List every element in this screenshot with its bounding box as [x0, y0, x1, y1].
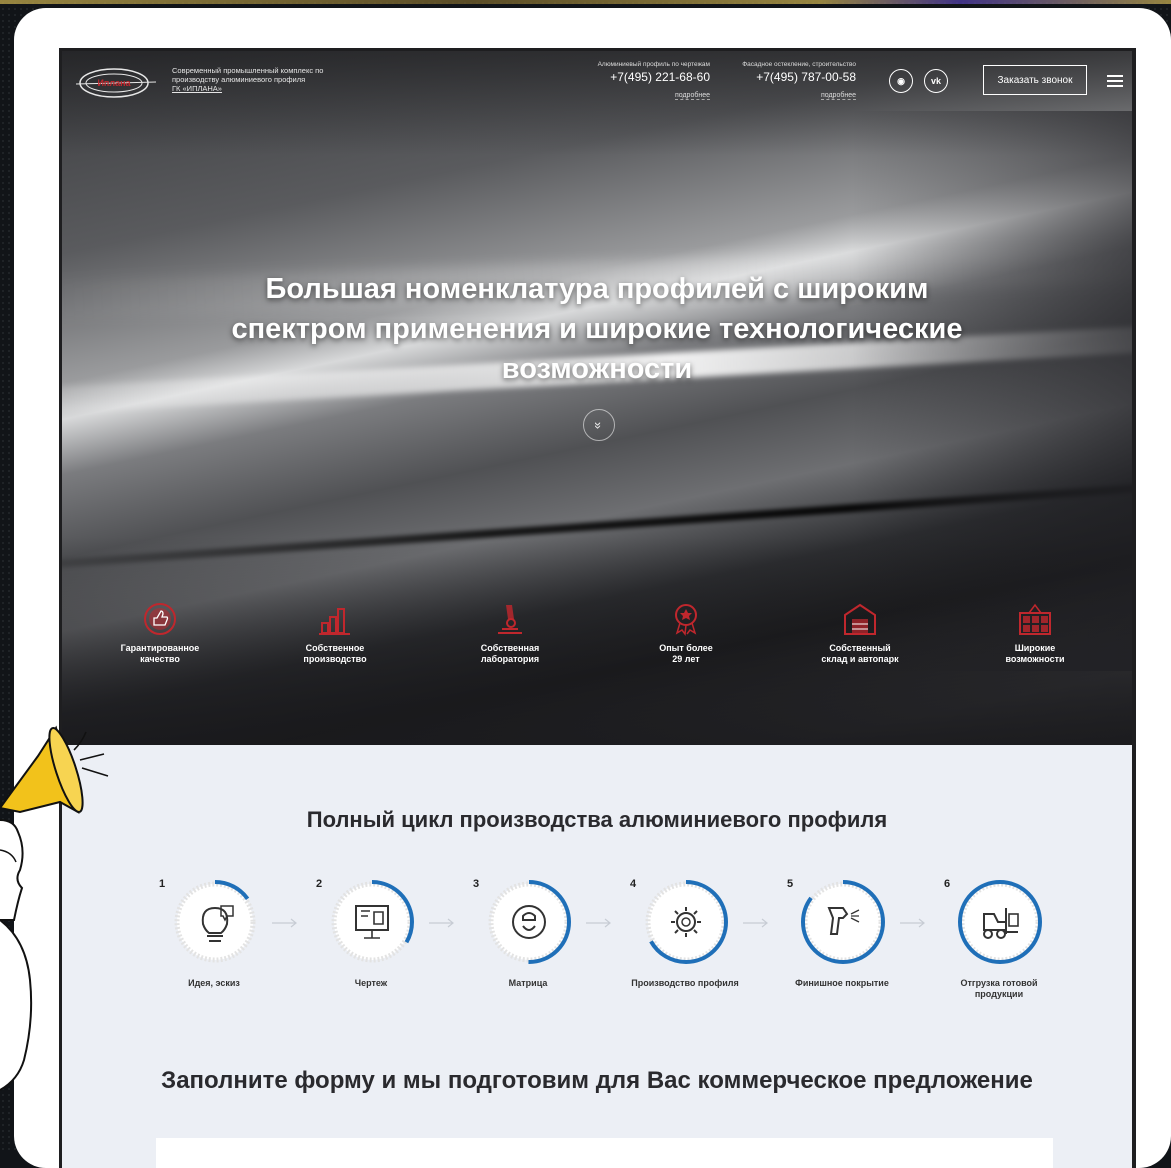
feature-label: лаборатория: [480, 654, 540, 664]
drawing-board-icon: [330, 880, 414, 964]
step-label-text: Матрица: [508, 978, 548, 988]
phone-number[interactable]: +7(495) 787-00-58: [724, 70, 856, 84]
hero-title-line: спектром применения и широкие технологич…: [231, 313, 963, 345]
phone-caption: Алюминиевый профиль по чертежам: [597, 61, 710, 68]
award-medal-icon: [675, 604, 697, 636]
feature-label: качество: [140, 654, 180, 664]
scroll-down-icon[interactable]: »: [583, 409, 615, 441]
phone-number[interactable]: +7(495) 221-68-60: [577, 70, 710, 84]
step-label-text: Производство профиля: [631, 978, 739, 988]
tagline-line: Современный промышленный комплекс по: [172, 66, 324, 75]
idea-icon: [173, 880, 257, 964]
step-number: 3: [473, 878, 480, 890]
tagline-line: производству алюминиевого профиля: [172, 75, 306, 84]
step-label: Матрица: [458, 978, 598, 989]
arrow-right-icon: [429, 918, 454, 928]
feature-capabilities: Широкие возможности: [975, 601, 1095, 665]
step-label-text: Отгрузка готовой: [960, 978, 1038, 988]
hero-glass-panel: [852, 111, 1132, 671]
feature-quality: Гарантированное качество: [100, 601, 220, 665]
feature-label: Опыт более: [659, 643, 713, 653]
logo-text: Иплана: [97, 78, 131, 88]
vk-icon[interactable]: vk: [924, 69, 948, 93]
more-link[interactable]: подробнее: [820, 92, 856, 100]
feature-label: Гарантированное: [120, 643, 200, 653]
phone-block-profiles: Алюминиевый профиль по чертежам +7(495) …: [577, 61, 710, 102]
quote-form-card: [156, 1138, 1053, 1168]
feature-label: 29 лет: [672, 654, 700, 664]
step-label-text: Идея, эскиз: [188, 978, 240, 988]
company-group-link[interactable]: ГК «ИПЛАНА»: [172, 84, 352, 93]
step-label: Чертеж: [301, 978, 441, 989]
step-label: Отгрузка готовой продукции: [929, 978, 1069, 1000]
phone-caption: Фасадное остекление, строительство: [742, 61, 856, 68]
feature-production: Собственное производство: [275, 601, 395, 665]
website-screen: Иплана Современный промышленный комплекс…: [59, 48, 1136, 1168]
gear-cycle-icon: [644, 880, 728, 964]
step-label: Финишное покрытие: [772, 978, 912, 989]
feature-label: Собственная: [480, 643, 540, 653]
features-row: Гарантированное качество Собственное про…: [62, 591, 1132, 731]
arrow-right-icon: [586, 918, 611, 928]
feature-label: Собственное: [305, 643, 365, 653]
feature-laboratory: Собственная лаборатория: [450, 601, 570, 665]
forklift-icon: [958, 880, 1042, 964]
step-label: Производство профиля: [615, 978, 755, 989]
company-tagline: Современный промышленный комплекс по про…: [172, 66, 352, 93]
step-label-text: Финишное покрытие: [795, 978, 889, 988]
telegram-icon[interactable]: ◉: [889, 69, 913, 93]
hero-title: Большая номенклатура профилей с широким …: [212, 269, 982, 389]
more-link[interactable]: подробнее: [674, 92, 710, 100]
bar-chart-icon: [319, 608, 350, 635]
menu-icon[interactable]: [1107, 75, 1123, 87]
warehouse-icon: [844, 603, 876, 635]
boxes-icon: [1019, 603, 1051, 635]
feature-warehouse: Собственный склад и автопарк: [800, 601, 920, 665]
step-label-text: продукции: [974, 989, 1024, 999]
megaphone-illustration: [0, 725, 109, 1091]
spray-gun-icon: [801, 880, 885, 964]
step-label-text: Чертеж: [354, 978, 388, 988]
phone-block-facades: Фасадное остекление, строительство +7(49…: [724, 61, 856, 102]
feature-label: Собственный: [829, 643, 891, 653]
feature-label: склад и автопарк: [821, 654, 899, 664]
feature-label: производство: [303, 654, 367, 664]
hero-title-line: Большая номенклатура профилей с широким: [265, 273, 929, 305]
feature-label: Широкие: [1014, 643, 1056, 653]
hero-title-line: возможности: [501, 353, 693, 385]
step-number: 5: [787, 878, 794, 890]
scroll-glyph: »: [591, 421, 607, 429]
thumbs-up-icon: [144, 603, 176, 635]
step-number: 1: [159, 878, 166, 890]
callback-button[interactable]: Заказать звонок: [983, 65, 1087, 95]
production-cycle-section: Полный цикл производства алюминиевого пр…: [62, 745, 1132, 1168]
top-stripe: [0, 0, 1171, 4]
feature-experience: Опыт более 29 лет: [626, 601, 746, 665]
step-label: Идея, эскиз: [144, 978, 284, 989]
arrow-right-icon: [743, 918, 768, 928]
arrow-right-icon: [272, 918, 297, 928]
company-logo[interactable]: Иплана: [76, 63, 156, 103]
form-title: Заполните форму и мы подготовим для Вас …: [161, 1067, 1033, 1094]
die-matrix-icon: [487, 880, 571, 964]
feature-label: возможности: [1005, 654, 1065, 664]
microscope-icon: [498, 605, 522, 634]
step-number: 4: [630, 878, 637, 890]
hero-section: Иплана Современный промышленный комплекс…: [62, 51, 1132, 745]
step-number: 2: [316, 878, 323, 890]
arrow-right-icon: [900, 918, 925, 928]
step-number: 6: [944, 878, 951, 890]
cycle-title: Полный цикл производства алюминиевого пр…: [306, 807, 888, 832]
